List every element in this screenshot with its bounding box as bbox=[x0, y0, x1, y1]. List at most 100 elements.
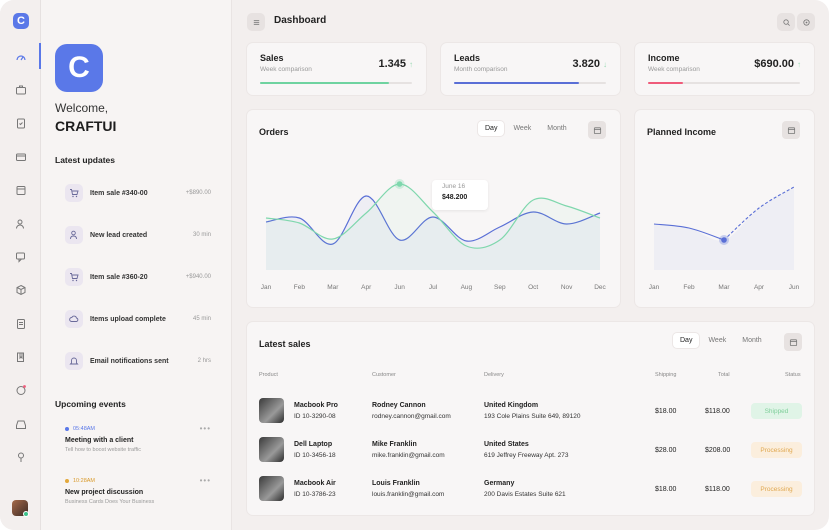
x-tick-label: Feb bbox=[683, 284, 695, 291]
col-header-customer: Customer bbox=[372, 372, 396, 378]
tab-week[interactable]: Week bbox=[701, 333, 733, 348]
stat-progress-fill bbox=[648, 82, 683, 84]
product-id: ID 10-3786-23 bbox=[294, 491, 336, 498]
cart-icon bbox=[65, 268, 83, 286]
book-icon[interactable] bbox=[13, 349, 28, 364]
delivery-address: 200 Davis Estates Suite 621 bbox=[484, 491, 566, 498]
tab-week[interactable]: Week bbox=[506, 121, 538, 136]
update-item[interactable]: Items upload complete 45 min bbox=[65, 308, 211, 330]
event-subtitle: Tell how to boost website traffic bbox=[65, 447, 142, 453]
shipping-cost: $28.00 bbox=[655, 447, 677, 454]
event-subtitle: Business Cards Does Your Business bbox=[65, 499, 155, 505]
stat-card-sales[interactable]: Sales Week comparison 1.345 ↑ bbox=[247, 43, 426, 95]
customer-email[interactable]: mike.franklin@gmail.com bbox=[372, 452, 445, 459]
event-item[interactable]: 05:48AM Meeting with a client Tell how t… bbox=[65, 424, 211, 453]
update-value: 45 min bbox=[192, 316, 211, 322]
status-badge: Shipped bbox=[751, 403, 802, 419]
x-tick-label: Jan bbox=[260, 284, 272, 291]
box-icon[interactable] bbox=[13, 282, 28, 297]
product-name: Macbook Air bbox=[294, 480, 336, 487]
latest-sales-title: Latest sales bbox=[259, 339, 311, 349]
calendar-icon bbox=[787, 126, 795, 134]
logo-small[interactable]: C bbox=[13, 13, 29, 29]
calendar-icon bbox=[789, 338, 797, 346]
settings-button[interactable] bbox=[797, 13, 815, 31]
arrow-down-icon: ↓ bbox=[603, 60, 607, 69]
menu-button[interactable] bbox=[247, 13, 265, 31]
event-time: 05:48AM bbox=[65, 426, 211, 432]
customer-email[interactable]: louis.franklin@gmail.com bbox=[372, 491, 444, 498]
chart-tooltip: June 16 $48.200 bbox=[432, 180, 488, 210]
series-area bbox=[654, 187, 794, 270]
calendar-button[interactable] bbox=[784, 333, 802, 351]
x-tick-label: Nov bbox=[560, 284, 573, 291]
order-total: $118.00 bbox=[705, 486, 730, 493]
update-value: +$940.00 bbox=[185, 274, 211, 280]
col-header-delivery: Delivery bbox=[484, 372, 504, 378]
app-frame: C C Welcome, CRAFTUI Latest updates Item… bbox=[0, 0, 829, 530]
update-item[interactable]: New lead created 30 min bbox=[65, 224, 211, 246]
chart-icon[interactable] bbox=[13, 382, 28, 397]
stat-value: $690.00 ↑ bbox=[754, 58, 801, 70]
update-item[interactable]: Item sale #340-00 +$890.00 bbox=[65, 182, 211, 204]
stat-subtitle: Week comparison bbox=[260, 66, 312, 73]
customer-email[interactable]: rodney.cannon@gmail.com bbox=[372, 413, 451, 420]
stat-progress-track bbox=[454, 82, 606, 84]
chat-icon[interactable] bbox=[13, 249, 28, 264]
shipping-cost: $18.00 bbox=[655, 408, 677, 415]
event-item[interactable]: 10:28AM New project discussion Business … bbox=[65, 476, 211, 505]
customer-name: Mike Franklin bbox=[372, 441, 417, 448]
stat-value: 3.820 ↓ bbox=[572, 58, 607, 70]
page-title: Dashboard bbox=[274, 15, 327, 26]
clipboard-icon[interactable] bbox=[13, 115, 28, 130]
tooltip-date: June 16 bbox=[442, 183, 466, 190]
stat-card-income[interactable]: Income Week comparison $690.00 ↑ bbox=[635, 43, 814, 95]
upcoming-events-title: Upcoming events bbox=[55, 399, 126, 409]
col-header-total: Total bbox=[718, 372, 730, 378]
x-tick-label: Dec bbox=[594, 284, 606, 291]
update-item[interactable]: Item sale #360-20 +$940.00 bbox=[65, 266, 211, 288]
more-icon[interactable]: ••• bbox=[200, 476, 211, 485]
update-value: 30 min bbox=[192, 232, 211, 238]
card-icon[interactable] bbox=[13, 149, 28, 164]
orders-chart bbox=[265, 179, 601, 270]
product-name: Dell Laptop bbox=[294, 441, 333, 448]
stat-title: Sales bbox=[260, 53, 284, 63]
customer-name: Rodney Cannon bbox=[372, 402, 426, 409]
tab-day[interactable]: Day bbox=[673, 333, 700, 348]
tab-month[interactable]: Month bbox=[735, 333, 768, 348]
update-label: Items upload complete bbox=[90, 315, 166, 323]
inbox-icon[interactable] bbox=[13, 416, 28, 431]
update-item[interactable]: Email notifications sent 2 hrs bbox=[65, 350, 211, 372]
document-icon[interactable] bbox=[13, 316, 28, 331]
x-tick-label: Oct bbox=[528, 284, 539, 291]
briefcase-icon[interactable] bbox=[13, 82, 28, 97]
product-thumbnail bbox=[259, 437, 284, 462]
dashboard-icon[interactable] bbox=[13, 49, 28, 64]
brand-name: CRAFTUI bbox=[55, 118, 117, 134]
orders-title: Orders bbox=[259, 127, 289, 137]
stat-card-leads[interactable]: Leads Month comparison 3.820 ↓ bbox=[441, 43, 620, 95]
x-tick-label: Sep bbox=[494, 284, 506, 291]
stat-progress-fill bbox=[454, 82, 579, 84]
pin-icon[interactable] bbox=[13, 449, 28, 464]
calendar-button[interactable] bbox=[588, 121, 606, 139]
update-value: 2 hrs bbox=[197, 358, 211, 364]
stat-subtitle: Week comparison bbox=[648, 66, 700, 73]
tab-month[interactable]: Month bbox=[540, 121, 573, 136]
x-tick-label: Jan bbox=[648, 284, 660, 291]
highlight-point[interactable] bbox=[721, 237, 727, 243]
search-button[interactable] bbox=[777, 13, 795, 31]
more-icon[interactable]: ••• bbox=[200, 424, 211, 433]
highlight-point[interactable] bbox=[396, 181, 403, 187]
users-icon[interactable] bbox=[13, 216, 28, 231]
menu-icon bbox=[253, 19, 259, 25]
stat-progress-track bbox=[260, 82, 412, 84]
delivery-address: 193 Cole Plains Suite 649, 89120 bbox=[484, 413, 581, 420]
calendar-button[interactable] bbox=[782, 121, 800, 139]
product-id: ID 10-3290-08 bbox=[294, 413, 336, 420]
tab-day[interactable]: Day bbox=[478, 121, 505, 136]
orders-range-tabs: Day Week Month bbox=[478, 121, 576, 136]
calendar-icon[interactable] bbox=[13, 182, 28, 197]
stat-title: Leads bbox=[454, 53, 481, 63]
